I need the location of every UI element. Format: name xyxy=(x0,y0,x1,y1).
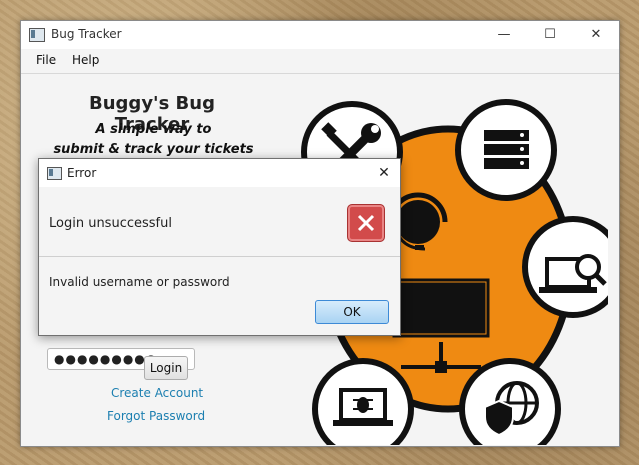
dialog-title: Error xyxy=(67,166,97,180)
ok-button[interactable]: OK xyxy=(315,300,389,324)
forgot-password-link[interactable]: Forgot Password xyxy=(107,409,205,423)
menu-file[interactable]: File xyxy=(36,53,56,67)
maximize-button[interactable]: ☐ xyxy=(527,21,573,49)
create-account-link[interactable]: Create Account xyxy=(111,386,203,400)
error-icon xyxy=(347,204,385,242)
dialog-window-icon xyxy=(47,167,62,180)
minimize-button[interactable]: — xyxy=(481,21,527,49)
title-bar[interactable]: Bug Tracker — ☐ ✕ xyxy=(21,21,619,49)
dialog-message: Invalid username or password xyxy=(49,275,230,289)
server-rack-icon xyxy=(455,99,557,201)
dialog-header: Login unsuccessful xyxy=(39,187,400,257)
dialog-header-text: Login unsuccessful xyxy=(49,216,172,231)
laptop-bug-icon xyxy=(312,358,414,445)
dialog-title-bar[interactable]: Error ✕ xyxy=(39,159,400,187)
login-button[interactable]: Login xyxy=(144,356,188,380)
error-dialog: Error ✕ Login unsuccessful Invalid usern… xyxy=(38,158,401,336)
menu-bar: File Help xyxy=(21,49,619,74)
globe-shield-icon xyxy=(459,358,561,445)
laptop-search-icon xyxy=(522,216,608,318)
dialog-close-button[interactable]: ✕ xyxy=(368,159,400,187)
window-title: Bug Tracker xyxy=(51,27,122,41)
tagline-line-2: submit & track your tickets xyxy=(53,142,254,157)
menu-help[interactable]: Help xyxy=(72,53,99,67)
app-window-icon xyxy=(29,28,45,42)
tagline-line-1: A simple way to xyxy=(95,122,212,137)
close-button[interactable]: ✕ xyxy=(573,21,619,49)
